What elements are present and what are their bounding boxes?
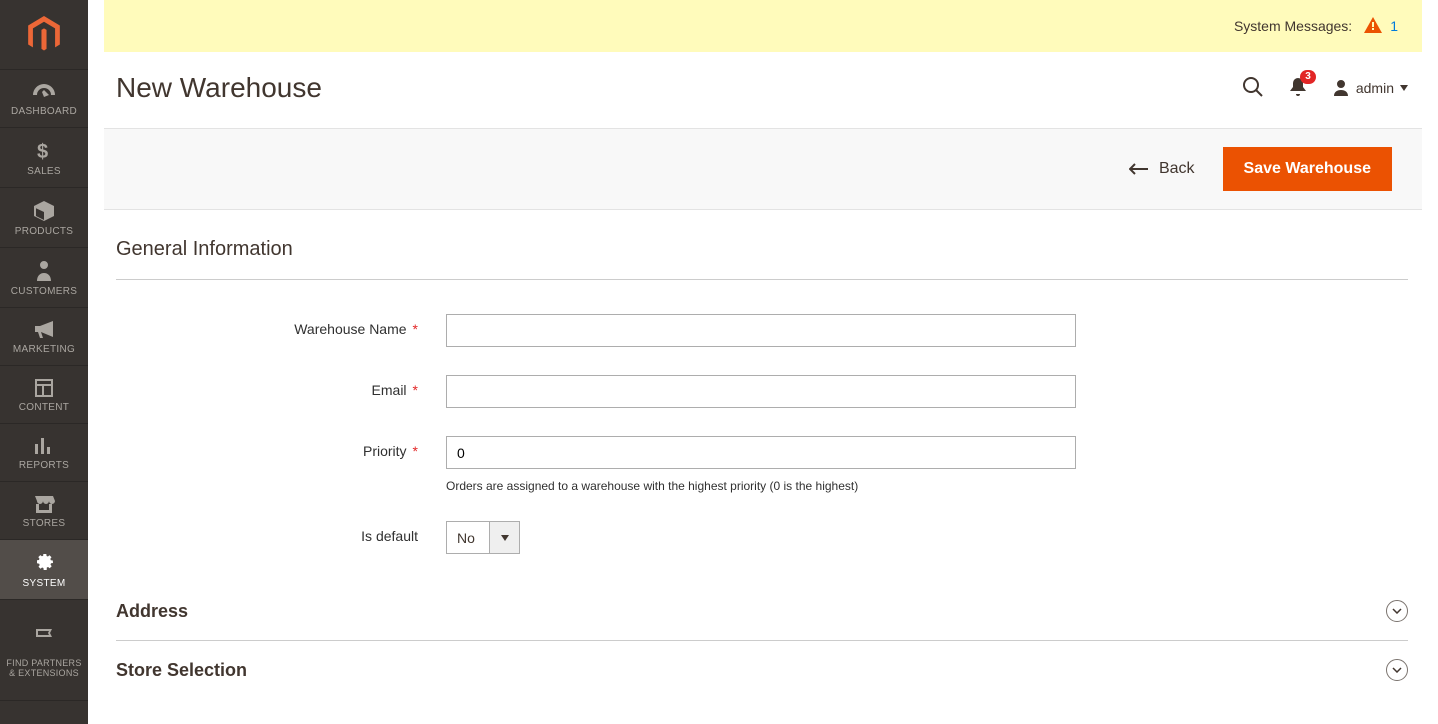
priority-input[interactable] bbox=[446, 436, 1076, 469]
page-header: New Warehouse 3 admin bbox=[88, 52, 1438, 128]
row-priority: Priority* Orders are assigned to a wareh… bbox=[116, 436, 1408, 493]
nav-label: SYSTEM bbox=[4, 578, 84, 589]
row-is-default: Is default No bbox=[116, 521, 1408, 554]
svg-text:$: $ bbox=[37, 141, 48, 162]
nav-sales[interactable]: $ SALES bbox=[0, 128, 88, 188]
label-priority: Priority* bbox=[116, 436, 446, 459]
is-default-value: No bbox=[447, 522, 489, 553]
section-store-selection-title: Store Selection bbox=[116, 660, 247, 681]
nav-content[interactable]: CONTENT bbox=[0, 366, 88, 424]
required-asterisk: * bbox=[413, 321, 418, 337]
system-messages-count[interactable]: 1 bbox=[1390, 18, 1398, 34]
warning-icon bbox=[1364, 17, 1382, 36]
nav-label: REPORTS bbox=[4, 460, 84, 471]
nav-label: SALES bbox=[4, 166, 84, 177]
expand-icon bbox=[1386, 659, 1408, 681]
notifications-badge: 3 bbox=[1300, 70, 1316, 84]
main-nav: DASHBOARD $ SALES PRODUCTS CUSTOMERS MAR… bbox=[0, 70, 88, 701]
nav-customers[interactable]: CUSTOMERS bbox=[0, 248, 88, 308]
user-menu[interactable]: admin bbox=[1332, 79, 1408, 97]
search-button[interactable] bbox=[1242, 76, 1264, 101]
required-asterisk: * bbox=[413, 443, 418, 459]
gear-icon bbox=[33, 552, 55, 574]
back-button[interactable]: Back bbox=[1129, 160, 1195, 178]
nav-label: MARKETING bbox=[4, 344, 84, 355]
barchart-icon bbox=[33, 436, 55, 456]
nav-label: CUSTOMERS bbox=[4, 286, 84, 297]
back-label: Back bbox=[1159, 160, 1195, 178]
section-address-title: Address bbox=[116, 601, 188, 622]
header-actions: 3 admin bbox=[1242, 76, 1408, 101]
search-icon bbox=[1242, 76, 1264, 98]
system-messages-label: System Messages: bbox=[1234, 18, 1352, 34]
nav-find-partners[interactable]: FIND PARTNERS & EXTENSIONS bbox=[0, 600, 88, 701]
nav-reports[interactable]: REPORTS bbox=[0, 424, 88, 482]
select-toggle bbox=[489, 522, 519, 553]
storefront-icon bbox=[33, 494, 55, 514]
page-title: New Warehouse bbox=[116, 72, 322, 104]
section-general-title: General Information bbox=[116, 238, 1408, 280]
nav-system[interactable]: SYSTEM bbox=[0, 540, 88, 600]
dollar-icon: $ bbox=[37, 140, 51, 162]
required-asterisk: * bbox=[413, 382, 418, 398]
is-default-select[interactable]: No bbox=[446, 521, 520, 554]
row-warehouse-name: Warehouse Name* bbox=[116, 314, 1408, 347]
main-content: System Messages: 1 New Warehouse 3 admin bbox=[88, 0, 1438, 724]
person-icon bbox=[36, 260, 52, 282]
gauge-icon bbox=[31, 82, 57, 102]
box-icon bbox=[33, 200, 55, 222]
action-bar: Back Save Warehouse bbox=[104, 128, 1422, 210]
row-email: Email* bbox=[116, 375, 1408, 408]
megaphone-icon bbox=[33, 320, 55, 340]
warehouse-name-input[interactable] bbox=[446, 314, 1076, 347]
label-warehouse-name: Warehouse Name* bbox=[116, 314, 446, 337]
priority-note: Orders are assigned to a warehouse with … bbox=[446, 479, 1076, 493]
user-name: admin bbox=[1356, 80, 1394, 96]
label-email: Email* bbox=[116, 375, 446, 398]
nav-label: CONTENT bbox=[4, 402, 84, 413]
label-is-default: Is default bbox=[116, 521, 446, 544]
nav-label: FIND PARTNERS & EXTENSIONS bbox=[4, 658, 84, 680]
nav-stores[interactable]: STORES bbox=[0, 482, 88, 540]
nav-label: STORES bbox=[4, 518, 84, 529]
section-address[interactable]: Address bbox=[116, 582, 1408, 641]
magento-logo-icon bbox=[27, 16, 61, 54]
system-messages-bar[interactable]: System Messages: 1 bbox=[104, 0, 1422, 52]
nav-dashboard[interactable]: DASHBOARD bbox=[0, 70, 88, 128]
nav-marketing[interactable]: MARKETING bbox=[0, 308, 88, 366]
save-warehouse-button[interactable]: Save Warehouse bbox=[1223, 147, 1392, 191]
nav-label: PRODUCTS bbox=[4, 226, 84, 237]
chevron-down-icon bbox=[501, 535, 509, 541]
chevron-down-icon bbox=[1400, 85, 1408, 91]
chevron-down-icon bbox=[1392, 608, 1402, 614]
section-store-selection[interactable]: Store Selection bbox=[116, 641, 1408, 699]
notifications-button[interactable]: 3 bbox=[1288, 76, 1308, 101]
chevron-down-icon bbox=[1392, 667, 1402, 673]
magento-logo[interactable] bbox=[0, 0, 88, 70]
partners-icon bbox=[33, 623, 55, 643]
form-content: General Information Warehouse Name* Emai… bbox=[88, 210, 1438, 699]
email-input[interactable] bbox=[446, 375, 1076, 408]
arrow-left-icon bbox=[1129, 163, 1149, 175]
nav-label: DASHBOARD bbox=[4, 106, 84, 117]
nav-products[interactable]: PRODUCTS bbox=[0, 188, 88, 248]
layout-icon bbox=[34, 378, 54, 398]
user-icon bbox=[1332, 79, 1350, 97]
sidebar: DASHBOARD $ SALES PRODUCTS CUSTOMERS MAR… bbox=[0, 0, 88, 724]
expand-icon bbox=[1386, 600, 1408, 622]
